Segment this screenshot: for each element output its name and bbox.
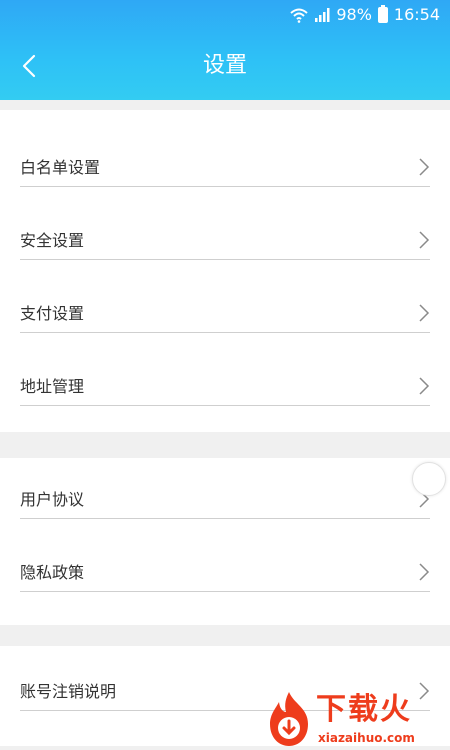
- wifi-icon: [290, 7, 308, 23]
- signal-icon: [314, 7, 330, 23]
- setting-item-security[interactable]: 安全设置: [20, 187, 430, 260]
- settings-section-1: 白名单设置 安全设置 支付设置 地址管理: [0, 110, 450, 432]
- settings-section-2: 用户协议 隐私政策: [0, 458, 450, 625]
- watermark-text-cn: 下载火: [316, 692, 412, 727]
- setting-item-user-agreement[interactable]: 用户协议: [20, 446, 430, 519]
- chevron-right-icon: [419, 231, 430, 249]
- status-icons: 98% 16:54: [290, 4, 440, 24]
- watermark: 下载火 xiazaihuo.com: [264, 690, 450, 750]
- setting-item-label: 地址管理: [20, 377, 85, 396]
- chevron-right-icon: [419, 158, 430, 176]
- watermark-text-en: xiazaihuo.com: [318, 731, 415, 745]
- floating-assist-button[interactable]: [412, 462, 446, 496]
- setting-item-label: 安全设置: [20, 231, 85, 250]
- setting-item-label: 白名单设置: [20, 158, 101, 177]
- setting-item-label: 隐私政策: [20, 563, 85, 582]
- setting-item-label: 用户协议: [20, 490, 85, 509]
- setting-item-label: 账号注销说明: [20, 682, 117, 701]
- setting-item-payment[interactable]: 支付设置: [20, 260, 430, 333]
- setting-item-address[interactable]: 地址管理: [20, 333, 430, 406]
- chevron-right-icon: [419, 377, 430, 395]
- chevron-right-icon: [419, 563, 430, 581]
- chevron-right-icon: [419, 304, 430, 322]
- app-header: 98% 16:54 设置: [0, 0, 450, 100]
- status-time: 16:54: [393, 5, 440, 24]
- page-title: 设置: [202, 53, 247, 78]
- battery-percent: 98%: [336, 5, 372, 24]
- battery-icon: [377, 4, 388, 23]
- status-bar: 98% 16:54: [0, 0, 450, 32]
- setting-item-label: 支付设置: [20, 304, 85, 323]
- flame-logo-icon: [270, 692, 308, 746]
- setting-item-privacy-policy[interactable]: 隐私政策: [20, 519, 430, 592]
- setting-item-whitelist[interactable]: 白名单设置: [20, 114, 430, 187]
